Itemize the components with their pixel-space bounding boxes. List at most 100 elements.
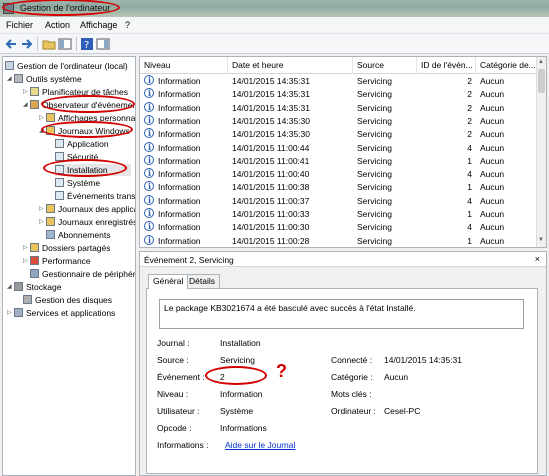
scrollbar-thumb[interactable]: [538, 69, 545, 93]
tree-item-outils[interactable]: ◢ Outils système: [7, 73, 82, 85]
tree-item-gestionnaire-peripheriques[interactable]: Gestionnaire de périphériques: [30, 268, 135, 280]
column-date[interactable]: Date et heure: [228, 57, 353, 74]
info-icon: [144, 87, 154, 100]
expanded-arrow-icon[interactable]: ◢: [7, 73, 14, 85]
cell-category: Aucun: [480, 222, 505, 233]
tree-item-observateur[interactable]: ◢ Observateur d'événements: [23, 99, 135, 111]
info-icon: [144, 207, 154, 220]
general-tab-page: Le package KB3021674 a été basculé avec …: [146, 288, 538, 474]
column-source[interactable]: Source: [353, 57, 417, 74]
expanded-arrow-icon[interactable]: ◢: [23, 99, 30, 111]
folder-icon: [46, 113, 55, 122]
table-row[interactable]: Information 14/01/2015 14:35:30 Servicing 2…: [140, 114, 538, 128]
cell-category: Aucun: [480, 76, 505, 86]
cell-date: 14/01/2015 11:00:41: [232, 155, 310, 166]
column-category[interactable]: Catégorie de...: [476, 57, 538, 74]
table-row[interactable]: Information 14/01/2015 11:00:30 Servicing 4…: [140, 220, 538, 234]
journal-value: Installation: [220, 338, 261, 348]
tree-item-affichages[interactable]: ▷Affichages personnalisés: [39, 112, 135, 124]
services-icon: [14, 308, 23, 317]
cell-date: 14/01/2015 14:35:31: [232, 89, 310, 100]
tree-item-securite[interactable]: Sécurité: [55, 151, 98, 163]
cell-level: Information: [158, 142, 201, 153]
info-icon: [144, 127, 154, 140]
help-link[interactable]: Aide sur le Journal: [225, 440, 295, 450]
table-row[interactable]: Information 14/01/2015 11:00:44 Servicing 4…: [140, 141, 538, 155]
tree-item-stockage[interactable]: ◢ Stockage: [7, 281, 61, 293]
tab-details[interactable]: Détails: [184, 274, 220, 288]
tree-item-journaux-windows[interactable]: ◢ Journaux Windows: [39, 125, 130, 137]
log-icon: [55, 152, 64, 161]
scroll-up-icon[interactable]: ▲: [538, 59, 544, 65]
menu-affichage[interactable]: Affichage: [80, 20, 117, 30]
annotation-question-mark: ?: [276, 361, 287, 381]
info-icon: [144, 154, 154, 167]
tree-item-planificateur[interactable]: ▷ Planificateur de tâches: [23, 86, 128, 98]
cell-category: Aucun: [480, 102, 505, 113]
tree-item-abonnements[interactable]: Abonnements: [46, 229, 110, 241]
table-row[interactable]: Information 14/01/2015 14:35:30 Servicing 2…: [140, 127, 538, 141]
storage-icon: [14, 282, 23, 291]
cell-category: Aucun: [480, 182, 505, 193]
collapsed-arrow-icon[interactable]: ▷: [39, 216, 46, 228]
table-row[interactable]: Information 14/01/2015 11:00:38 Servicing 1…: [140, 180, 538, 194]
expanded-arrow-icon[interactable]: ◢: [39, 125, 46, 137]
collapsed-arrow-icon[interactable]: ▷: [7, 307, 14, 319]
table-row[interactable]: Information 14/01/2015 14:35:31 Servicing 2…: [140, 74, 538, 88]
menu-fichier[interactable]: Fichier: [6, 20, 33, 30]
tree-item-journaux-enregistres[interactable]: ▷ Journaux enregistrés: [39, 216, 135, 228]
column-event-id[interactable]: ID de l'évén...: [417, 57, 476, 74]
menu-help[interactable]: ?: [125, 20, 130, 30]
panel-icon[interactable]: [96, 37, 110, 51]
toolbar-separator: [76, 37, 77, 51]
user-label: Utilisateur :: [157, 406, 200, 416]
table-row[interactable]: Information 14/01/2015 11:00:33 Servicing 1…: [140, 207, 538, 221]
forward-icon[interactable]: [20, 37, 34, 51]
cell-date: 14/01/2015 14:35:30: [232, 115, 310, 126]
cell-event-id: 1: [467, 235, 472, 246]
back-icon[interactable]: [4, 37, 18, 51]
vertical-scrollbar[interactable]: ▲ ▼: [536, 57, 546, 247]
close-icon[interactable]: ×: [535, 254, 540, 264]
tree-item-services[interactable]: ▷ Services et applications: [7, 307, 115, 319]
scroll-down-icon[interactable]: ▼: [538, 237, 544, 243]
event-list-header: Niveau Date et heure Source ID de l'évén…: [140, 57, 538, 74]
table-row[interactable]: Information 14/01/2015 11:00:28 Servicing 1…: [140, 234, 538, 247]
folder-icon[interactable]: [42, 37, 56, 51]
tree-item-installation[interactable]: Installation: [55, 164, 131, 176]
collapsed-arrow-icon[interactable]: ▷: [23, 242, 30, 254]
tree-item-application[interactable]: Application: [55, 138, 109, 150]
tree-item-root[interactable]: Gestion de l'ordinateur (local): [5, 60, 128, 72]
keywords-label: Mots clés :: [331, 389, 372, 399]
collapsed-arrow-icon[interactable]: ▷: [23, 86, 30, 98]
annotation-ellipse-title: [2, 0, 120, 16]
subscription-icon: [46, 230, 55, 239]
tree-item-performance[interactable]: ▷ Performance: [23, 255, 91, 267]
column-niveau[interactable]: Niveau: [140, 57, 228, 74]
table-row[interactable]: Information 14/01/2015 14:35:31 Servicing 2…: [140, 101, 538, 115]
view-icon[interactable]: [58, 37, 72, 51]
expanded-arrow-icon[interactable]: ◢: [7, 281, 14, 293]
cell-date: 14/01/2015 11:00:28: [232, 235, 310, 246]
tree-item-systeme[interactable]: Système: [55, 177, 100, 189]
collapsed-arrow-icon[interactable]: ▷: [23, 255, 30, 267]
table-row[interactable]: Information 14/01/2015 14:35:31 Servicing 2…: [140, 87, 538, 101]
table-row[interactable]: Information 14/01/2015 11:00:40 Servicing 4…: [140, 167, 538, 181]
computer-icon: [5, 61, 14, 70]
help-icon[interactable]: ?: [80, 37, 94, 51]
detail-title: Événement 2, Servicing: [144, 255, 234, 265]
collapsed-arrow-icon[interactable]: ▷: [39, 203, 46, 215]
cell-category: Aucun: [480, 155, 505, 166]
cell-event-id: 2: [467, 102, 472, 113]
tree-item-gestion-disques[interactable]: Gestion des disques: [23, 294, 112, 306]
tab-general[interactable]: Général: [148, 274, 189, 289]
table-row[interactable]: Information 14/01/2015 11:00:37 Servicing 4…: [140, 194, 538, 208]
tree-item-evenements-transferes[interactable]: Événements transférés: [55, 190, 135, 202]
info-icon: [144, 167, 154, 180]
menu-action[interactable]: Action: [45, 20, 70, 30]
collapsed-arrow-icon[interactable]: ▷: [39, 112, 46, 124]
tree-item-dossiers-partages[interactable]: ▷ Dossiers partagés: [23, 242, 111, 254]
table-row[interactable]: Information 14/01/2015 11:00:41 Servicing 1…: [140, 154, 538, 168]
cell-level: Information: [158, 195, 201, 206]
tree-item-journaux-applications[interactable]: ▷Journaux des applications: [39, 203, 135, 215]
